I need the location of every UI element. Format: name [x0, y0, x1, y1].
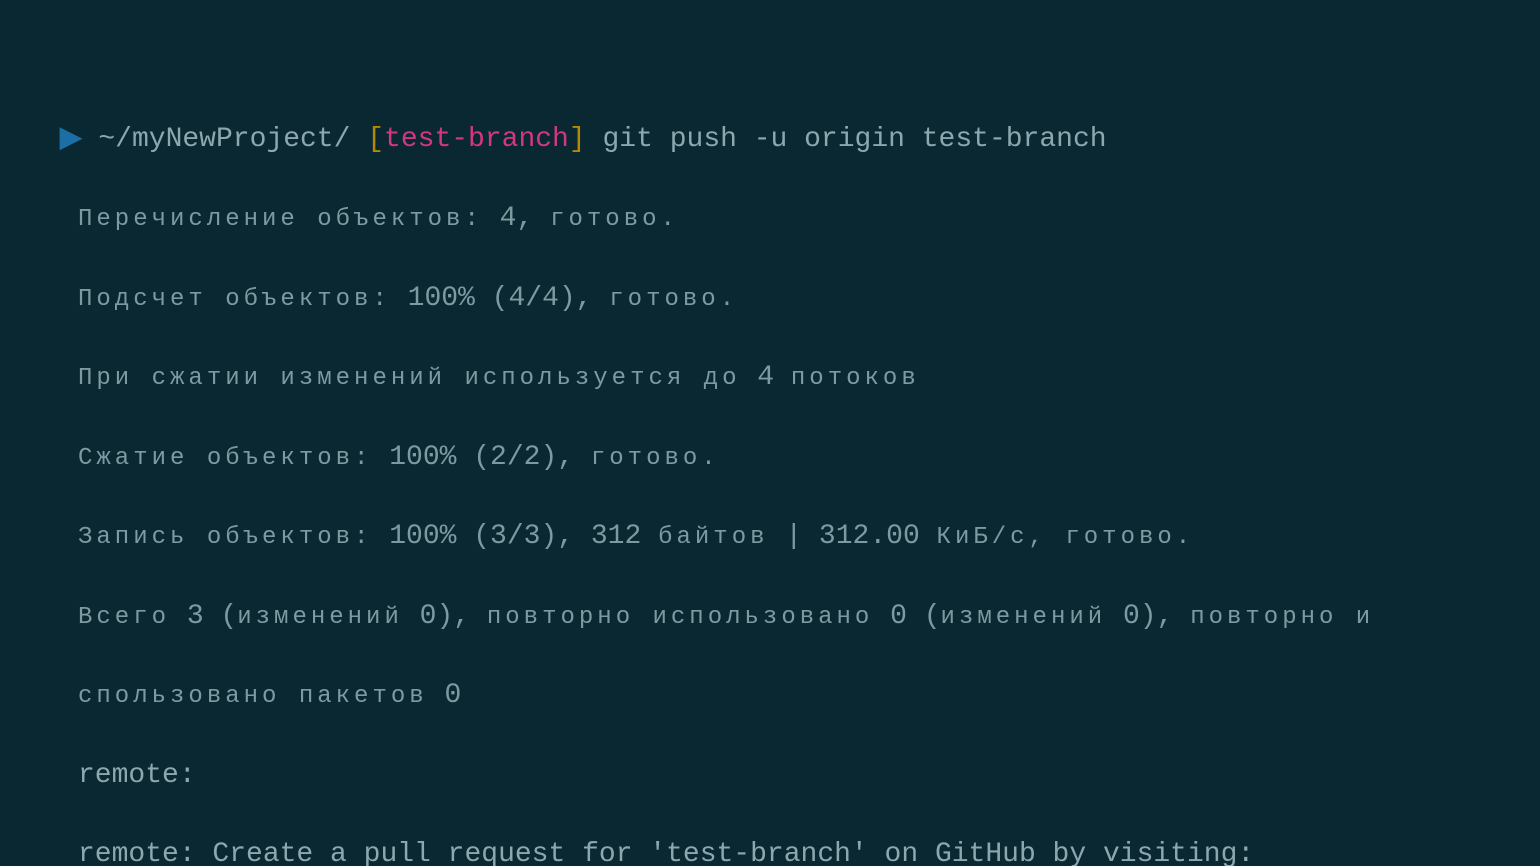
git-branch-name: test-branch [384, 124, 569, 155]
output-text: 100% (4/4), [391, 283, 609, 314]
output-text: 4 [740, 362, 790, 393]
remote-line: remote: [60, 756, 1480, 796]
output-text: спользовано пакетов [78, 683, 428, 710]
output-text: Подсчет объектов: [78, 286, 391, 313]
output-text: Перечисление объектов: [78, 206, 483, 233]
output-line: Подсчет объектов: 100% (4/4), готово. [60, 279, 1480, 319]
output-text: 0 ( [873, 601, 940, 632]
output-line: Перечисление объектов: 4, готово. [60, 199, 1480, 239]
output-text: Сжатие объектов: [78, 445, 372, 472]
output-text: потоков [791, 365, 920, 392]
command-text: git push -u origin test-branch [603, 124, 1107, 155]
output-text: КиБ/с, готово. [937, 524, 1195, 551]
output-text: | 312.00 [769, 521, 937, 552]
output-text: повторно использовано [487, 604, 873, 631]
output-text: 4, [483, 203, 550, 234]
cwd-path: ~/myNewProject/ [98, 124, 350, 155]
prompt-line-1: ▶ ~/myNewProject/ [test-branch] git push… [60, 120, 1480, 160]
prompt-arrow-icon: ▶ [60, 124, 82, 155]
output-text: готово. [550, 206, 679, 233]
output-text: байтов [658, 524, 768, 551]
output-text: повторно и [1190, 604, 1374, 631]
terminal-window[interactable]: ▶ ~/myNewProject/ [test-branch] git push… [0, 0, 1540, 866]
output-line: Сжатие объектов: 100% (2/2), готово. [60, 438, 1480, 478]
output-line: Запись объектов: 100% (3/3), 312 байтов … [60, 517, 1480, 557]
output-line: Всего 3 (изменений 0), повторно использо… [60, 597, 1480, 637]
output-text: 100% (3/3), 312 [372, 521, 658, 552]
output-line: При сжатии изменений используется до 4 п… [60, 358, 1480, 398]
branch-bracket-close: ] [569, 124, 586, 155]
output-text: изменений [237, 604, 403, 631]
output-text: готово. [591, 445, 720, 472]
output-text: изменений [941, 604, 1107, 631]
branch-bracket-open: [ [367, 124, 384, 155]
output-text: 0), [403, 601, 487, 632]
remote-line: remote: Create a pull request for 'test-… [60, 835, 1480, 866]
output-text: 100% (2/2), [372, 442, 590, 473]
output-text: 0 [428, 680, 462, 711]
output-text: Всего [78, 604, 170, 631]
output-line: спользовано пакетов 0 [60, 676, 1480, 716]
output-text: готово. [609, 286, 738, 313]
output-text: Запись объектов: [78, 524, 372, 551]
output-text: 0), [1106, 601, 1190, 632]
output-text: 3 ( [170, 601, 237, 632]
output-text: При сжатии изменений используется до [78, 365, 740, 392]
